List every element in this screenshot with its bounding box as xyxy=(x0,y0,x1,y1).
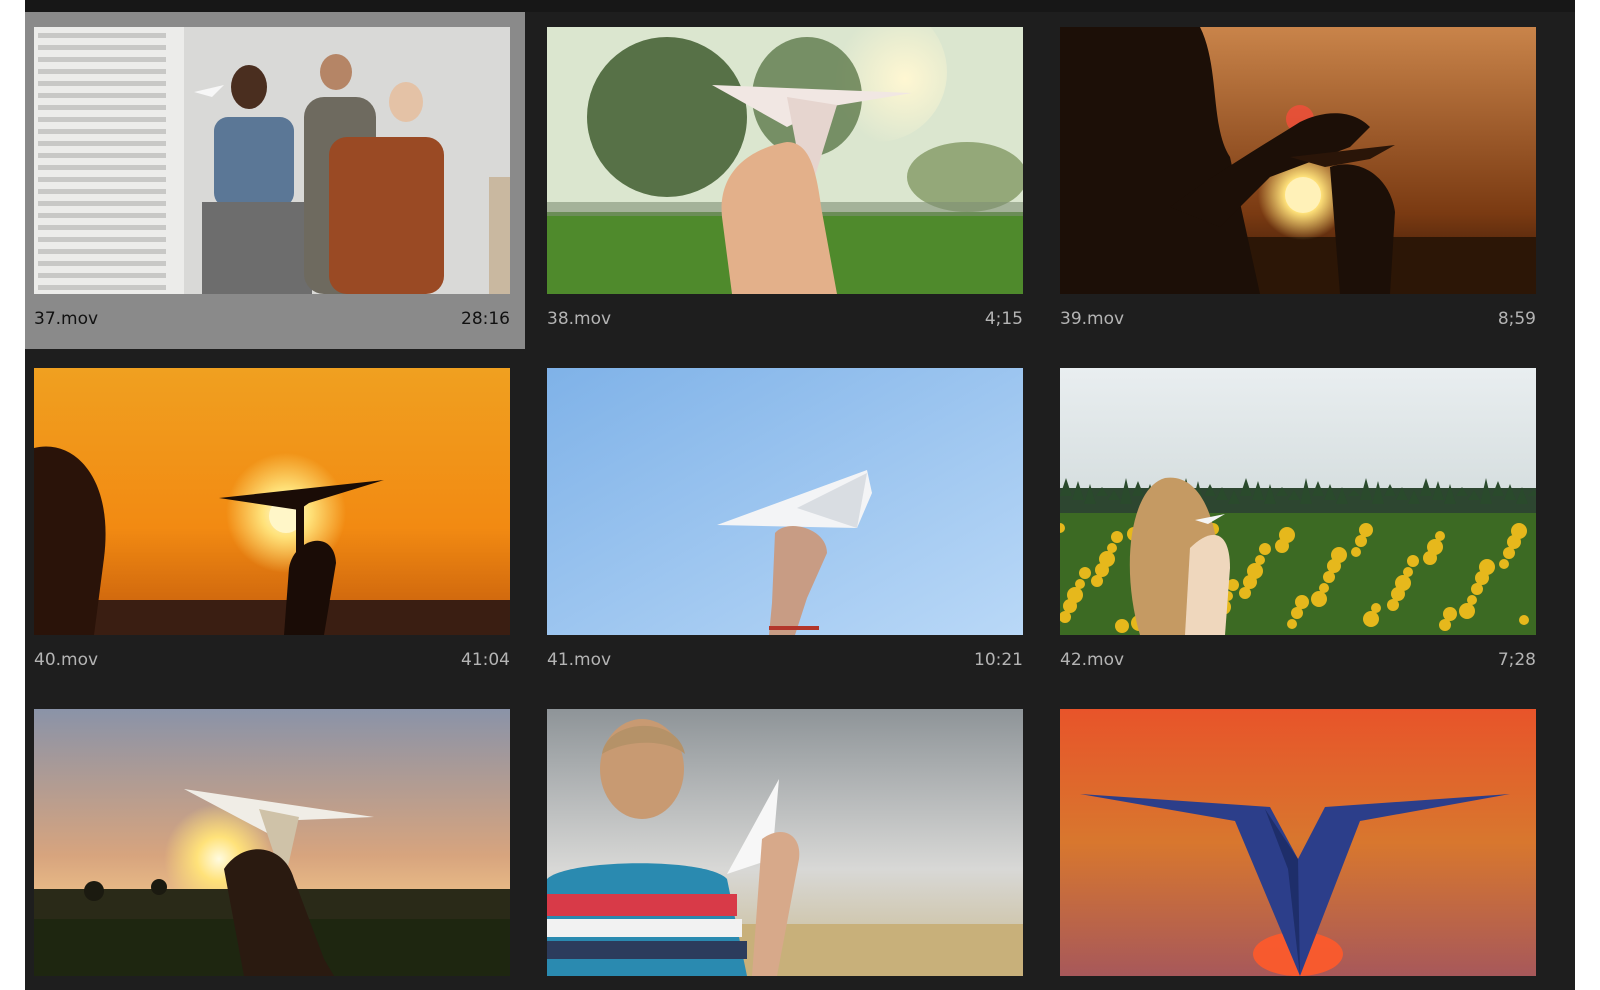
clip-duration: 28:16 xyxy=(461,309,510,329)
clip-name: 38.mov xyxy=(547,309,612,329)
clip-thumbnail[interactable] xyxy=(34,368,510,635)
clip-meta: 39.mov 8;59 xyxy=(1060,309,1536,333)
clip-name: 40.mov xyxy=(34,650,99,670)
clip-thumbnail[interactable] xyxy=(34,27,510,294)
clip-name: 42.mov xyxy=(1060,650,1125,670)
clip-meta: 41.mov 10:21 xyxy=(547,650,1023,674)
clip-tile[interactable]: 42.mov 7;28 xyxy=(1051,353,1551,690)
thumbnail-image xyxy=(34,27,510,294)
clip-tile[interactable]: 37.mov 28:16 xyxy=(25,12,525,349)
clip-meta: 37.mov 28:16 xyxy=(34,309,510,333)
clip-thumbnail[interactable] xyxy=(547,709,1023,976)
clip-thumbnail[interactable] xyxy=(34,709,510,976)
clip-thumbnail[interactable] xyxy=(547,27,1023,294)
clip-thumbnail[interactable] xyxy=(1060,27,1536,294)
thumbnail-image xyxy=(1060,709,1536,976)
clip-thumbnail[interactable] xyxy=(1060,368,1536,635)
clip-tile[interactable] xyxy=(1051,694,1551,990)
clip-tile[interactable]: 40.mov 41:04 xyxy=(25,353,525,690)
clip-name: 37.mov xyxy=(34,309,99,329)
clip-tile[interactable]: 41.mov 10:21 xyxy=(538,353,1038,690)
clip-duration: 10:21 xyxy=(974,650,1023,670)
clip-tile[interactable] xyxy=(25,694,525,990)
thumbnail-image xyxy=(1060,27,1536,294)
thumbnail-image xyxy=(547,368,1023,635)
project-bin-panel: 37.mov 28:16 38.mov 4;15 39.mov 8;59 40.mov… xyxy=(25,0,1575,990)
clip-meta: 38.mov 4;15 xyxy=(547,309,1023,333)
thumbnail-image xyxy=(547,27,1023,294)
clip-thumbnail[interactable] xyxy=(547,368,1023,635)
clip-duration: 8;59 xyxy=(1497,309,1536,329)
clip-tile[interactable]: 39.mov 8;59 xyxy=(1051,12,1551,349)
thumbnail-image xyxy=(34,368,510,635)
clip-duration: 41:04 xyxy=(461,650,510,670)
clip-tile[interactable] xyxy=(538,694,1038,990)
clip-tile[interactable]: 38.mov 4;15 xyxy=(538,12,1038,349)
clip-meta: 42.mov 7;28 xyxy=(1060,650,1536,674)
thumbnail-image xyxy=(1060,368,1536,635)
clip-duration: 4;15 xyxy=(984,309,1023,329)
clip-duration: 7;28 xyxy=(1497,650,1536,670)
clip-meta: 40.mov 41:04 xyxy=(34,650,510,674)
thumbnail-image xyxy=(34,709,510,976)
thumbnail-image xyxy=(547,709,1023,976)
clip-thumbnail[interactable] xyxy=(1060,709,1536,976)
clip-name: 41.mov xyxy=(547,650,612,670)
clip-name: 39.mov xyxy=(1060,309,1125,329)
panel-top-bar xyxy=(25,0,1575,12)
